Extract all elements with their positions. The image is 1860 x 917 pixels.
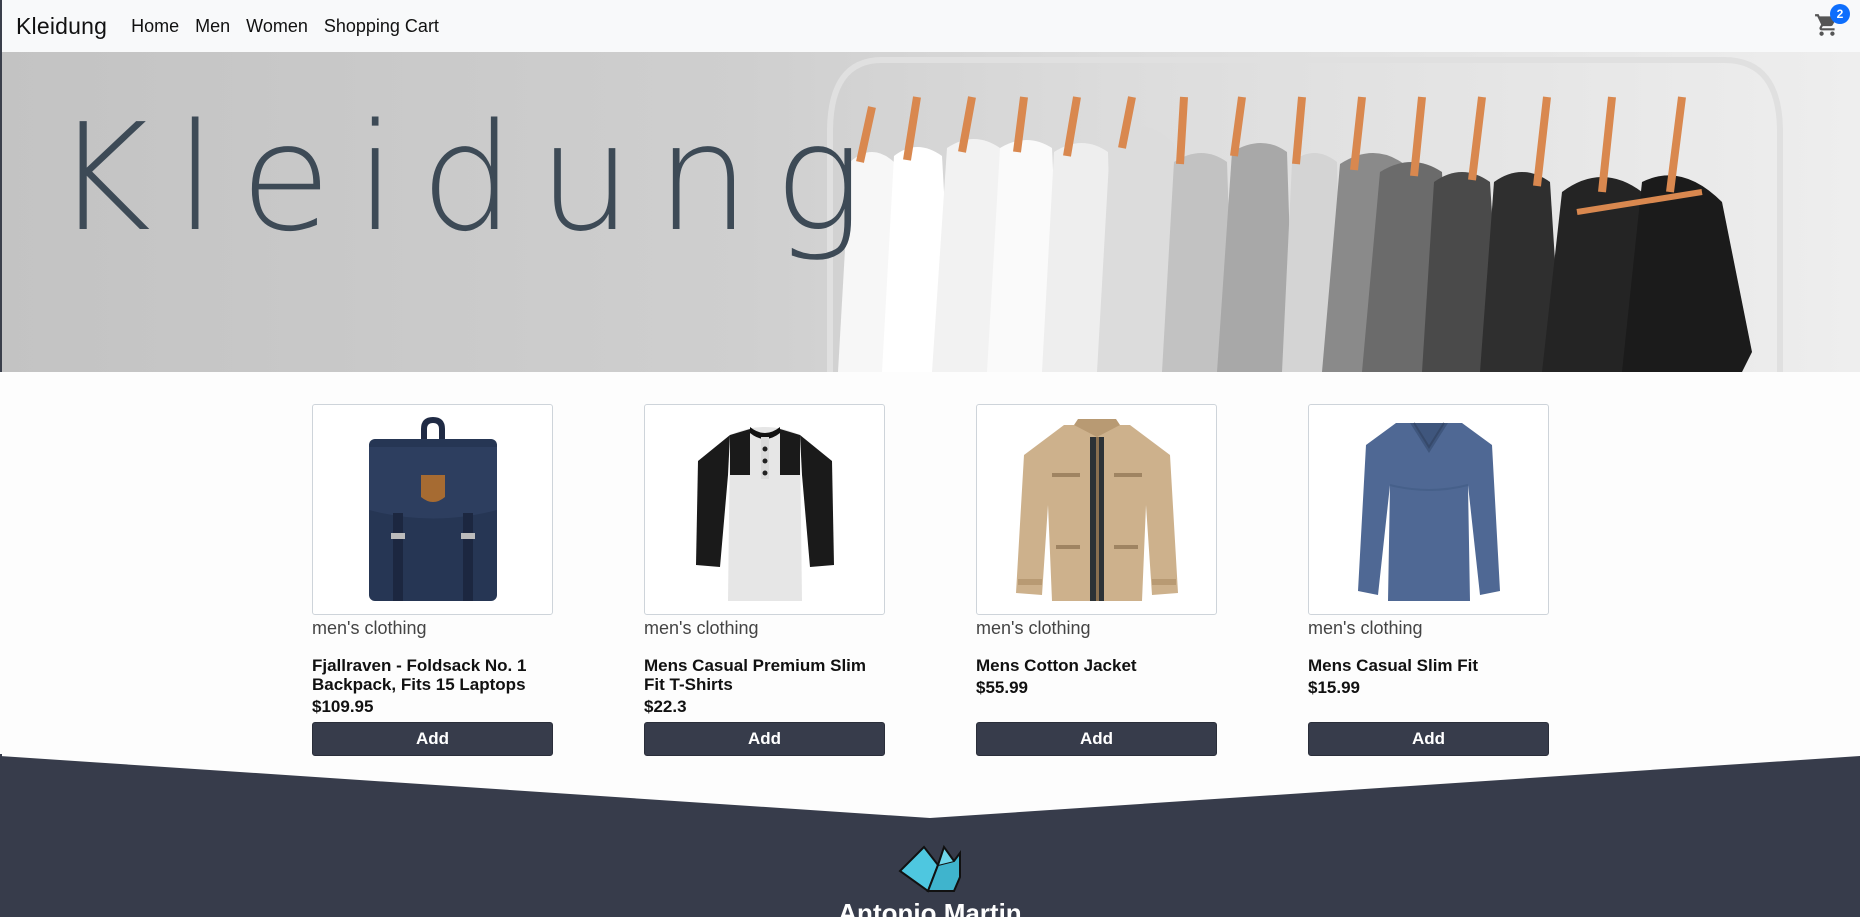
product-category: men's clothing <box>312 618 427 638</box>
product-card: men's clothing Mens Cotton Jacket $55.99… <box>976 404 1217 756</box>
hero-banner: Kleidung <box>0 52 1860 372</box>
hero-title: Kleidung <box>54 92 887 264</box>
nav-shopping-cart[interactable]: Shopping Cart <box>324 16 439 37</box>
product-title[interactable]: Mens Casual Slim Fit <box>1308 656 1549 675</box>
brand-logo[interactable]: Kleidung <box>16 13 107 40</box>
product-title[interactable]: Mens Cotton Jacket <box>976 656 1217 675</box>
product-price: $109.95 <box>312 697 374 716</box>
product-category: men's clothing <box>644 618 759 638</box>
product-category: men's clothing <box>1308 618 1423 638</box>
raglan-tshirt-image <box>695 426 834 601</box>
product-image[interactable] <box>312 404 553 615</box>
add-to-cart-button[interactable]: Add <box>1308 722 1549 756</box>
navbar: Kleidung Home Men Women Shopping Cart 2 <box>0 0 1860 52</box>
product-price: $55.99 <box>976 678 1028 697</box>
cart-button[interactable]: 2 <box>1814 4 1850 40</box>
nav-men[interactable]: Men <box>195 16 230 37</box>
product-category: men's clothing <box>976 618 1091 638</box>
slim-fit-shirt-image <box>1357 421 1500 601</box>
product-image[interactable] <box>976 404 1217 615</box>
product-image[interactable] <box>644 404 885 615</box>
origami-bird-logo <box>898 844 961 893</box>
product-card: men's clothing Fjallraven - Foldsack No.… <box>312 404 553 756</box>
nav-women[interactable]: Women <box>246 16 308 37</box>
product-price: $15.99 <box>1308 678 1360 697</box>
product-card: men's clothing Mens Casual Premium Slim … <box>644 404 885 756</box>
product-grid: men's clothing Fjallraven - Foldsack No.… <box>312 404 1552 756</box>
product-card: men's clothing Mens Casual Slim Fit $15.… <box>1308 404 1549 756</box>
product-title[interactable]: Mens Casual Premium Slim Fit T-Shirts <box>644 656 885 694</box>
product-price: $22.3 <box>644 697 687 716</box>
cotton-jacket-image <box>1015 418 1178 601</box>
add-to-cart-button[interactable]: Add <box>644 722 885 756</box>
backpack-image <box>368 416 497 601</box>
footer-author-name: Antonio Martin <box>838 898 1022 917</box>
nav-home[interactable]: Home <box>131 16 179 37</box>
product-image[interactable] <box>1308 404 1549 615</box>
add-to-cart-button[interactable]: Add <box>976 722 1217 756</box>
cart-count-badge: 2 <box>1830 4 1850 24</box>
product-title[interactable]: Fjallraven - Foldsack No. 1 Backpack, Fi… <box>312 656 553 694</box>
add-to-cart-button[interactable]: Add <box>312 722 553 756</box>
